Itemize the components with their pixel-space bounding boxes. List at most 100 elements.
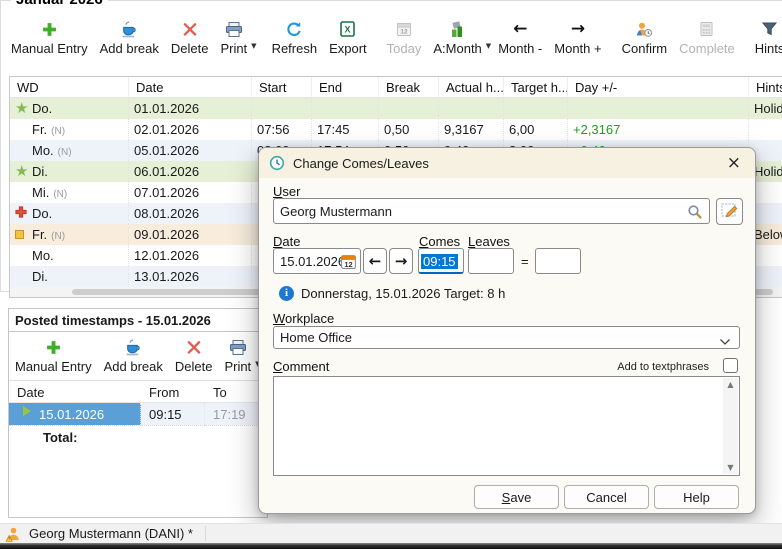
- day-info-text: Donnerstag, 15.01.2026 Target: 8 h: [301, 286, 505, 301]
- arrow-right-icon: →: [571, 21, 585, 38]
- timesheet-row[interactable]: ★Do.01.01.2026Holiday: [10, 98, 782, 119]
- column-header-target[interactable]: Target h...: [504, 77, 568, 98]
- month-minus-button[interactable]: ← Month -: [492, 16, 548, 62]
- posted-timestamps-table: Date From To 15.01.202609:1517:19 Total:: [9, 380, 267, 447]
- target-hours-cell: [504, 98, 568, 119]
- refresh-button[interactable]: Refresh: [266, 16, 324, 62]
- column-header-hints[interactable]: Hints: [749, 77, 782, 98]
- wd-cell: Fr.(N): [10, 119, 129, 140]
- arrow-left-icon: ←: [369, 252, 382, 270]
- month-plus-button[interactable]: → Month +: [548, 16, 607, 62]
- delete-x-icon: [187, 336, 201, 358]
- date-cell: 09.01.2026: [129, 224, 252, 245]
- column-header-date[interactable]: Date: [129, 77, 252, 98]
- person-clock-icon: [635, 18, 653, 40]
- equals-label: =: [521, 254, 529, 269]
- column-header-wd[interactable]: WD: [10, 77, 129, 98]
- posted-toolbar: Manual Entry Add break Delete Print ▼: [9, 332, 267, 380]
- scroll-up-icon[interactable]: ▲: [727, 380, 733, 389]
- hints-button[interactable]: Hints: [749, 16, 782, 62]
- posted-timestamps-title: Posted timestamps - 15.01.2026: [9, 309, 267, 332]
- column-header-start[interactable]: Start: [252, 77, 312, 98]
- wd-cell: Fr.(N): [10, 224, 129, 245]
- warning-square-icon: [15, 230, 24, 239]
- plus-icon: [42, 18, 57, 40]
- break-cell: 0,50: [379, 119, 439, 140]
- filter-funnel-icon: [761, 18, 778, 40]
- today-button[interactable]: 12 Today: [381, 16, 428, 62]
- next-day-button[interactable]: →: [389, 248, 413, 274]
- edit-user-button[interactable]: [716, 198, 743, 225]
- complete-button[interactable]: Complete: [673, 16, 741, 62]
- leaves-label: Leaves: [468, 234, 510, 249]
- column-header-actual[interactable]: Actual h...: [439, 77, 504, 98]
- leaves-field[interactable]: [468, 248, 514, 274]
- pencil-icon: [721, 201, 739, 222]
- wd-cell: Mo.(N): [10, 140, 129, 161]
- scroll-down-icon[interactable]: ▼: [727, 463, 733, 472]
- export-button[interactable]: X Export: [323, 16, 373, 62]
- day-diff-cell: +2,3167: [568, 119, 749, 140]
- close-icon[interactable]: ×: [727, 155, 741, 172]
- help-button[interactable]: Help: [654, 485, 739, 509]
- hints-cell: Holiday: [749, 98, 782, 119]
- printer-icon: [229, 336, 247, 358]
- posted-total-row: Total:: [9, 425, 267, 447]
- date-field[interactable]: 15.01.2026 12: [273, 248, 361, 274]
- comment-scrollbar[interactable]: ▲ ▼: [723, 378, 738, 474]
- result-field[interactable]: [535, 248, 581, 274]
- workplace-select[interactable]: Home Office: [273, 326, 740, 349]
- statusbar-separator: [205, 526, 206, 541]
- date-cell: 08.01.2026: [129, 203, 252, 224]
- timesheet-row[interactable]: Fr.(N)02.01.202607:5617:450,509,31676,00…: [10, 119, 782, 140]
- column-header-break[interactable]: Break: [379, 77, 439, 98]
- save-button[interactable]: Save: [474, 485, 559, 509]
- print-dropdown-arrow-icon[interactable]: ▼: [251, 43, 256, 50]
- svg-text:12: 12: [400, 29, 408, 36]
- posted-add-break-button[interactable]: Add break: [98, 334, 169, 380]
- red-cross-icon: [15, 206, 27, 218]
- posted-column-date[interactable]: Date: [9, 381, 141, 403]
- posted-column-from[interactable]: From: [141, 381, 205, 403]
- search-icon[interactable]: [687, 204, 703, 223]
- print-button[interactable]: Print: [214, 16, 253, 62]
- add-break-button[interactable]: Add break: [94, 16, 165, 62]
- arrow-right-icon: →: [395, 252, 408, 270]
- posted-timestamp-row[interactable]: 15.01.202609:1517:19: [9, 403, 267, 425]
- hints-cell: [749, 119, 782, 140]
- date-cell: 01.01.2026: [129, 98, 252, 119]
- a-month-button[interactable]: A:Month: [427, 16, 487, 62]
- posted-delete-button[interactable]: Delete: [169, 334, 219, 380]
- play-icon: [23, 406, 31, 416]
- day-info-row: i Donnerstag, 15.01.2026 Target: 8 h: [279, 286, 505, 301]
- actual-hours-cell: 9,3167: [439, 119, 504, 140]
- month-chart-icon: [449, 18, 467, 40]
- manual-entry-button[interactable]: Manual Entry: [5, 16, 94, 62]
- date-label: Date: [273, 234, 300, 249]
- dialog-titlebar[interactable]: Change Comes/Leaves ×: [259, 148, 755, 178]
- cancel-button[interactable]: Cancel: [564, 485, 649, 509]
- posted-header-row: Date From To: [9, 381, 267, 403]
- date-cell: 05.01.2026: [129, 140, 252, 161]
- star-icon: ★: [15, 162, 28, 180]
- taskbar-edge: [0, 543, 782, 549]
- user-field[interactable]: Georg Mustermann: [273, 198, 710, 224]
- posted-manual-entry-button[interactable]: Manual Entry: [9, 334, 98, 380]
- confirm-button[interactable]: Confirm: [616, 16, 674, 62]
- change-comes-leaves-dialog: Change Comes/Leaves × User Georg Musterm…: [258, 147, 756, 514]
- timesheet-header-row: WD Date Start End Break Actual h... Targ…: [10, 77, 782, 98]
- column-header-end[interactable]: End: [312, 77, 379, 98]
- previous-day-button[interactable]: ←: [363, 248, 387, 274]
- add-to-textphrases-checkbox[interactable]: [723, 358, 738, 373]
- delete-button[interactable]: Delete: [165, 16, 215, 62]
- posted-print-button[interactable]: Print: [218, 334, 257, 380]
- column-header-day[interactable]: Day +/-: [568, 77, 749, 98]
- comment-textarea[interactable]: ▲ ▼: [273, 376, 740, 476]
- comes-field[interactable]: 09:15: [418, 248, 464, 274]
- wd-cell: Do.: [10, 203, 129, 224]
- a-month-dropdown-arrow-icon[interactable]: ▼: [486, 43, 491, 50]
- date-cell: 12.01.2026: [129, 245, 252, 266]
- calendar-icon[interactable]: 12: [340, 253, 357, 273]
- comment-label: Comment: [273, 359, 329, 374]
- calculator-icon: [700, 18, 713, 40]
